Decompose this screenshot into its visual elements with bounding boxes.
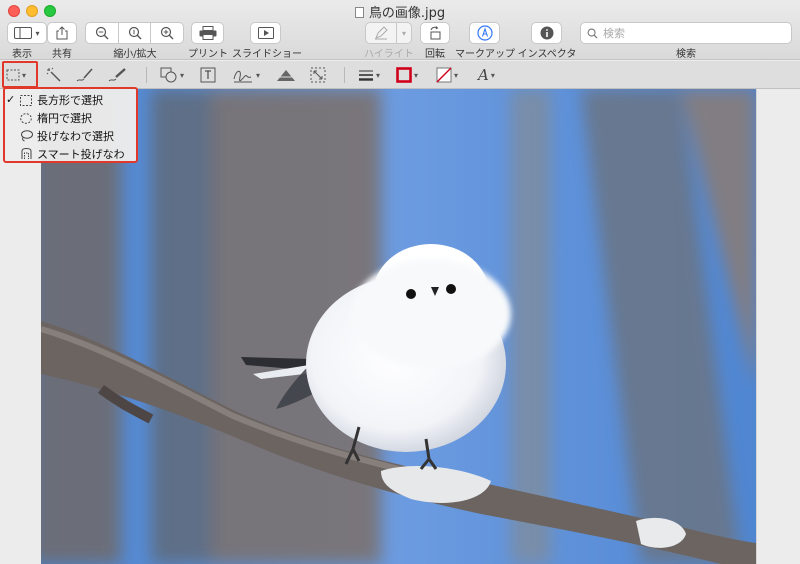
- sketch-icon: [76, 68, 93, 82]
- border-color-icon: [396, 67, 412, 83]
- adjust-color-button[interactable]: [276, 64, 296, 86]
- magic-wand-icon: [46, 67, 61, 82]
- jpg-file-icon: [354, 7, 364, 18]
- chevron-down-icon: ▾: [180, 70, 185, 80]
- draw-icon: [108, 68, 126, 82]
- markup-button[interactable]: [469, 22, 500, 44]
- line-style-icon: [359, 70, 373, 81]
- text-box-button[interactable]: [200, 64, 216, 86]
- chevron-down-icon: ▾: [376, 70, 381, 80]
- menu-item-label: 投げなわで選択: [37, 130, 114, 143]
- checkmark-icon: ✓: [6, 93, 16, 106]
- adjust-color-icon: [277, 70, 295, 81]
- shape-style-button[interactable]: ▾: [358, 64, 380, 86]
- zoom-in-icon: [161, 26, 174, 40]
- text-box-icon: [200, 67, 216, 83]
- window-title: 鳥の画像.jpg: [0, 2, 800, 21]
- border-color-button[interactable]: ▾: [396, 64, 418, 86]
- sign-button[interactable]: ▾: [232, 64, 260, 86]
- share-label: 共有: [52, 49, 72, 60]
- chevron-down-icon: ▾: [401, 28, 406, 38]
- highlight-menu[interactable]: ▾: [397, 23, 411, 43]
- chevron-down-icon: ▾: [490, 70, 495, 80]
- printer-icon: [199, 26, 216, 40]
- preview-window: 鳥の画像.jpg ▾ 表示 共有 縮小/拡大 プリント スライドショー ▾ ハイ…: [0, 0, 800, 564]
- menu-item-ellipse-select[interactable]: 楕円で選択: [5, 109, 136, 127]
- zoom-out-icon: [95, 26, 109, 40]
- actual-size-icon: [128, 26, 141, 40]
- search-icon: [587, 28, 598, 39]
- slideshow-button[interactable]: [250, 22, 281, 44]
- text-style-button[interactable]: A ▾: [478, 64, 495, 86]
- rotate-label: 回転: [425, 49, 445, 60]
- ellipse-select-icon: [19, 112, 33, 124]
- chevron-down-icon: ▾: [35, 28, 40, 38]
- markup-pen-icon: [476, 25, 493, 41]
- chevron-down-icon: ▾: [454, 70, 459, 80]
- search-input[interactable]: [603, 26, 783, 40]
- zoom-control: [85, 22, 184, 44]
- lasso-icon: [19, 130, 33, 142]
- sketch-button[interactable]: [76, 64, 94, 86]
- selection-tools-menu: ✓ 長方形で選択 楕円で選択 投げなわで選択 スマート投げなわ: [3, 87, 138, 163]
- highlight-button[interactable]: ▾: [365, 22, 412, 44]
- text-style-icon: A: [478, 66, 489, 84]
- title-bar: 鳥の画像.jpg ▾ 表示 共有 縮小/拡大 プリント スライドショー ▾ ハイ…: [0, 0, 800, 60]
- menu-item-lasso-select[interactable]: 投げなわで選択: [5, 127, 136, 145]
- chevron-down-icon: ▾: [256, 70, 261, 80]
- zoom-out-button[interactable]: [86, 23, 118, 43]
- draw-button[interactable]: [108, 64, 128, 86]
- menu-item-label: 長方形で選択: [37, 94, 103, 107]
- search-field[interactable]: [580, 22, 792, 44]
- zoom-label: 縮小/拡大: [113, 49, 157, 60]
- view-button[interactable]: ▾: [7, 22, 47, 44]
- actual-size-button[interactable]: [119, 23, 151, 43]
- highlight-label: ハイライト: [364, 49, 414, 60]
- print-label: プリント: [188, 49, 228, 60]
- markup-label: マークアップ: [455, 49, 515, 60]
- selection-tools-annotation-box: [2, 61, 38, 88]
- rect-select-icon: [19, 94, 33, 106]
- adjust-size-button[interactable]: [310, 64, 326, 86]
- share-icon: [56, 26, 68, 40]
- shapes-icon: [160, 67, 177, 83]
- scroll-area[interactable]: [756, 89, 800, 564]
- chevron-down-icon: ▾: [414, 70, 419, 80]
- search-label: 検索: [676, 49, 696, 60]
- slideshow-label: スライドショー: [232, 49, 302, 60]
- print-button[interactable]: [191, 22, 224, 44]
- fill-color-button[interactable]: ▾: [436, 64, 458, 86]
- menu-item-label: スマート投げなわ: [37, 148, 125, 161]
- bird-photo[interactable]: [41, 89, 756, 564]
- highlight-pen[interactable]: [366, 23, 396, 43]
- resize-icon: [310, 67, 326, 83]
- sidebar-icon: [14, 27, 33, 39]
- inspector-label: インスペクタ: [517, 49, 577, 60]
- menu-item-smart-lasso[interactable]: スマート投げなわ: [5, 145, 136, 163]
- signature-icon: [233, 70, 252, 83]
- fill-color-icon: [436, 67, 452, 83]
- share-button[interactable]: [47, 22, 77, 44]
- play-icon: [257, 27, 274, 39]
- rotate-button[interactable]: [420, 22, 450, 44]
- markup-toolbar: ▾ ▾ ▾ ▾ ▾ ▾ A ▾: [0, 61, 800, 89]
- menu-item-rect-select[interactable]: ✓ 長方形で選択: [5, 91, 136, 109]
- menu-item-label: 楕円で選択: [37, 112, 92, 125]
- zoom-in-button[interactable]: [151, 23, 183, 43]
- rotate-icon: [430, 26, 441, 40]
- smart-lasso-icon: [19, 148, 33, 160]
- instant-alpha-button[interactable]: [46, 64, 62, 86]
- highlighter-icon: [375, 26, 388, 40]
- inspector-button[interactable]: [531, 22, 562, 44]
- info-icon: [540, 26, 553, 40]
- shapes-button[interactable]: ▾: [160, 64, 184, 86]
- view-label: 表示: [12, 49, 32, 60]
- bird-image: [41, 89, 756, 564]
